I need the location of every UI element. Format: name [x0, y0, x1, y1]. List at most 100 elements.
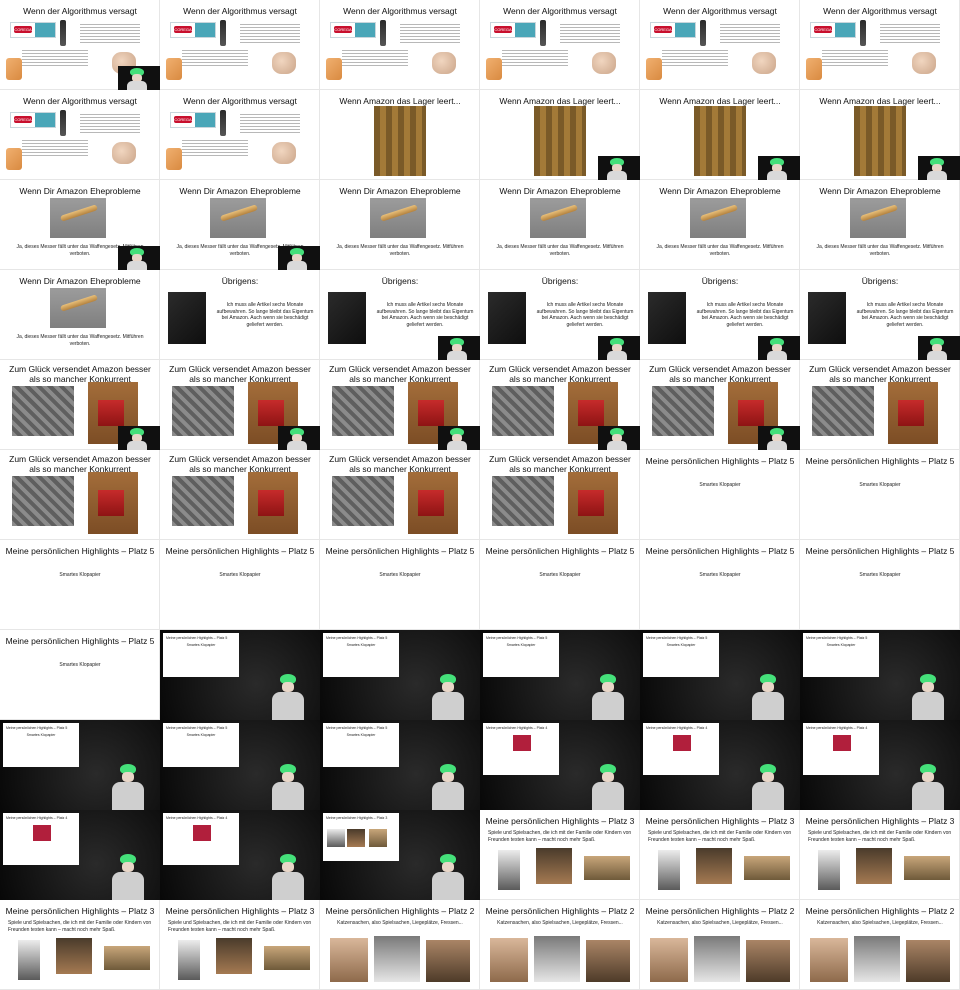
thumbnail-56[interactable]: Meine persönlichen Highlights – Platz 4 [160, 810, 320, 900]
thumbnail-39[interactable]: Meine persönlichen Highlights – Platz 5 S… [320, 540, 480, 630]
thumbnail-5[interactable]: Wenn der Algorithmus versagt COREGA [640, 0, 800, 90]
thumbnail-49[interactable]: Meine persönlichen Highlights – Platz 5 S… [0, 720, 160, 810]
projected-slide-title: Meine persönlichen Highlights – Platz 3 [326, 816, 388, 820]
text-block [880, 22, 940, 44]
thumbnail-1[interactable]: Wenn der Algorithmus versagt COREGA [0, 0, 160, 90]
presenter [908, 674, 948, 720]
thumbnail-27[interactable]: Zum Glück versendet Amazon besser als so… [320, 360, 480, 450]
thumbnail-36[interactable]: Meine persönlichen Highlights – Platz 5 S… [800, 450, 960, 540]
thumbnail-62[interactable]: Meine persönlichen Highlights – Platz 3 S… [160, 900, 320, 990]
thumbnail-53[interactable]: Meine persönlichen Highlights – Platz 4 [640, 720, 800, 810]
thumbnail-48[interactable]: Meine persönlichen Highlights – Platz 5 S… [800, 630, 960, 720]
thumbnail-65[interactable]: Meine persönlichen Highlights – Platz 2 K… [640, 900, 800, 990]
thumbnail-34[interactable]: Zum Glück versendet Amazon besser als so… [480, 450, 640, 540]
thumbnail-61[interactable]: Meine persönlichen Highlights – Platz 3 S… [0, 900, 160, 990]
thumbnail-18[interactable]: Wenn Dir Amazon Eheprobleme unterstellt.… [800, 180, 960, 270]
presenter-body [912, 782, 944, 810]
thumbnail-4[interactable]: Wenn der Algorithmus versagt COREGA [480, 0, 640, 90]
thumbnail-45[interactable]: Meine persönlichen Highlights – Platz 5 S… [320, 630, 480, 720]
thumbnail-37[interactable]: Meine persönlichen Highlights – Platz 5 S… [0, 540, 160, 630]
text-block [240, 22, 300, 44]
thumbnail-40[interactable]: Meine persönlichen Highlights – Platz 5 S… [480, 540, 640, 630]
webcam-overlay [758, 336, 800, 360]
red-package [258, 490, 284, 516]
thumbnail-52[interactable]: Meine persönlichen Highlights – Platz 4 [480, 720, 640, 810]
thumbnail-11[interactable]: Wenn Amazon das Lager leert... [640, 90, 800, 180]
thumbnail-57[interactable]: Meine persönlichen Highlights – Platz 3 [320, 810, 480, 900]
thumbnail-28[interactable]: Zum Glück versendet Amazon besser als so… [480, 360, 640, 450]
thumbnail-64[interactable]: Meine persönlichen Highlights – Platz 2 K… [480, 900, 640, 990]
thumbnail-15[interactable]: Wenn Dir Amazon Eheprobleme unterstellt.… [320, 180, 480, 270]
thumbnail-42[interactable]: Meine persönlichen Highlights – Platz 5 S… [800, 540, 960, 630]
thumbnail-10[interactable]: Wenn Amazon das Lager leert... [480, 90, 640, 180]
thumbnail-50[interactable]: Meine persönlichen Highlights – Platz 5 S… [160, 720, 320, 810]
presenter-body [912, 692, 944, 720]
thumbnail-44[interactable]: Meine persönlichen Highlights – Platz 5 S… [160, 630, 320, 720]
knife-image [50, 198, 106, 238]
text-block [22, 48, 88, 66]
thumbnail-25[interactable]: Zum Glück versendet Amazon besser als so… [0, 360, 160, 450]
cushion-image [166, 148, 182, 170]
thumbnail-19[interactable]: Wenn Dir Amazon Eheprobleme unterstellt.… [0, 270, 160, 360]
cat-photo [810, 938, 848, 982]
thumbnail-35[interactable]: Meine persönlichen Highlights – Platz 5 S… [640, 450, 800, 540]
presenter-body [607, 441, 627, 450]
thumbnail-58[interactable]: Meine persönlichen Highlights – Platz 3 S… [480, 810, 640, 900]
thumbnail-29[interactable]: Zum Glück versendet Amazon besser als so… [640, 360, 800, 450]
warehouse-image [374, 106, 426, 176]
projected-slide-subtitle: Smartes Klopapier [346, 643, 376, 647]
knife-blade [220, 204, 258, 222]
presenter [268, 854, 308, 900]
thumbnail-54[interactable]: Meine persönlichen Highlights – Platz 4 [800, 720, 960, 810]
thumbnail-24[interactable]: Übrigens: Ich muss alle Artikel sechs Mon… [800, 270, 960, 360]
thumbnail-12[interactable]: Wenn Amazon das Lager leert... [800, 90, 960, 180]
thumbnail-66[interactable]: Meine persönlichen Highlights – Platz 2 K… [800, 900, 960, 990]
thumbnail-16[interactable]: Wenn Dir Amazon Eheprobleme unterstellt.… [480, 180, 640, 270]
warehouse-image [694, 106, 746, 176]
wrapped-package-image [332, 476, 394, 526]
cat-photo [534, 936, 580, 982]
thumbnail-46[interactable]: Meine persönlichen Highlights – Platz 5 S… [480, 630, 640, 720]
thumbnail-23[interactable]: Übrigens: Ich muss alle Artikel sechs Mon… [640, 270, 800, 360]
thumbnail-9[interactable]: Wenn Amazon das Lager leert... [320, 90, 480, 180]
thumbnail-13[interactable]: Wenn Dir Amazon Eheprobleme unterstellt.… [0, 180, 160, 270]
thumbnail-47[interactable]: Meine persönlichen Highlights – Platz 5 S… [640, 630, 800, 720]
thumbnail-33[interactable]: Zum Glück versendet Amazon besser als so… [320, 450, 480, 540]
slide-subtitle: Katzensachen, also Spielsachen, Liegeplä… [657, 920, 783, 926]
thumbnail-22[interactable]: Übrigens: Ich muss alle Artikel sechs Mon… [480, 270, 640, 360]
knife-image [210, 198, 266, 238]
toy-photo [856, 848, 892, 884]
thumbnail-59[interactable]: Meine persönlichen Highlights – Platz 3 S… [640, 810, 800, 900]
thumbnail-41[interactable]: Meine persönlichen Highlights – Platz 5 S… [640, 540, 800, 630]
thumbnail-30[interactable]: Zum Glück versendet Amazon besser als so… [800, 360, 960, 450]
thumbnail-60[interactable]: Meine persönlichen Highlights – Platz 3 S… [800, 810, 960, 900]
thumbnail-38[interactable]: Meine persönlichen Highlights – Platz 5 S… [160, 540, 320, 630]
presenter-face [282, 682, 294, 692]
thumbnail-20[interactable]: Übrigens: Ich muss alle Artikel sechs Mon… [160, 270, 320, 360]
cushion-image [166, 58, 182, 80]
slide-subtitle: Spiele und Spielsachen, die ich mit der … [168, 920, 312, 933]
thumbnail-63[interactable]: Meine persönlichen Highlights – Platz 2 K… [320, 900, 480, 990]
thumbnail-17[interactable]: Wenn Dir Amazon Eheprobleme unterstellt.… [640, 180, 800, 270]
thumbnail-14[interactable]: Wenn Dir Amazon Eheprobleme unterstellt.… [160, 180, 320, 270]
presenter-face [282, 862, 294, 872]
thumbnail-2[interactable]: Wenn der Algorithmus versagt COREGA [160, 0, 320, 90]
thumbnail-3[interactable]: Wenn der Algorithmus versagt COREGA [320, 0, 480, 90]
slide-title: Meine persönlichen Highlights – Platz 5 [5, 546, 155, 556]
thumbnail-7[interactable]: Wenn der Algorithmus versagt COREGA [0, 90, 160, 180]
thumbnail-6[interactable]: Wenn der Algorithmus versagt COREGA [800, 0, 960, 90]
thumbnail-55[interactable]: Meine persönlichen Highlights – Platz 4 [0, 810, 160, 900]
slide-title: Meine persönlichen Highlights – Platz 2 [645, 906, 795, 916]
cat-photo [746, 940, 790, 982]
slide-title: Meine persönlichen Highlights – Platz 5 [645, 456, 795, 466]
thumbnail-21[interactable]: Übrigens: Ich muss alle Artikel sechs Mon… [320, 270, 480, 360]
projected-slide: Meine persönlichen Highlights – Platz 5 S… [643, 633, 719, 677]
thumbnail-32[interactable]: Zum Glück versendet Amazon besser als so… [160, 450, 320, 540]
thumbnail-31[interactable]: Zum Glück versendet Amazon besser als so… [0, 450, 160, 540]
thumbnail-43[interactable]: Meine persönlichen Highlights – Platz 5 S… [0, 630, 160, 720]
thumbnail-26[interactable]: Zum Glück versendet Amazon besser als so… [160, 360, 320, 450]
wrapped-package-image [492, 386, 554, 436]
presenter [588, 674, 628, 720]
thumbnail-51[interactable]: Meine persönlichen Highlights – Platz 5 S… [320, 720, 480, 810]
thumbnail-8[interactable]: Wenn der Algorithmus versagt COREGA [160, 90, 320, 180]
